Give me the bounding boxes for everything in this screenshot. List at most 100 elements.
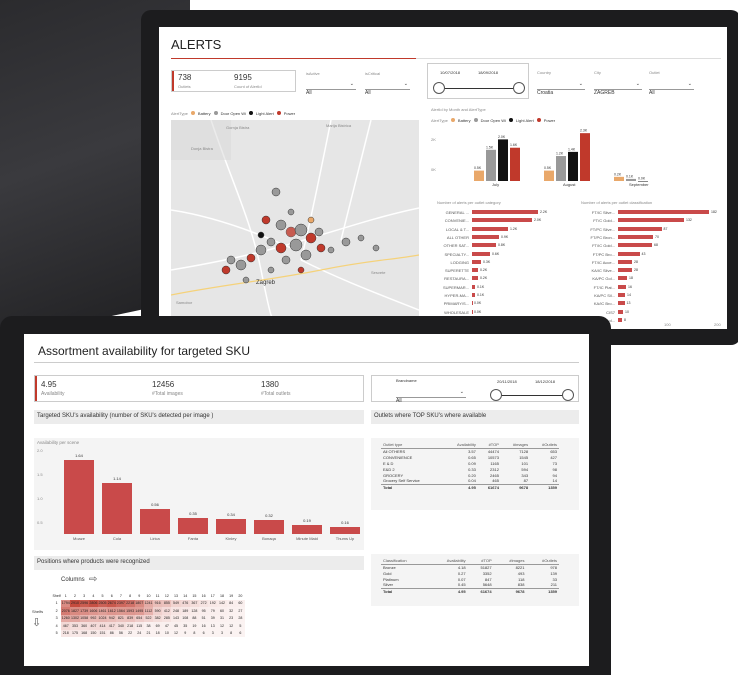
- bar-category-label: SUPERETTE: [444, 268, 469, 274]
- legend-dot-battery: [190, 111, 195, 115]
- date-slider-end-handle[interactable]: [562, 389, 574, 401]
- heatmap-cell: 1112: [143, 607, 154, 615]
- availability-bar-category: Cola: [112, 536, 122, 541]
- alerts-title: ALERTS: [171, 37, 222, 52]
- bar: [618, 276, 627, 281]
- heatmap-column-header: 12: [164, 593, 169, 598]
- availability-bar: [102, 482, 132, 534]
- bar-value-label: 14: [627, 293, 631, 297]
- heatmap-column-header: 9: [138, 593, 141, 598]
- date-slider-start-handle[interactable]: [433, 82, 445, 94]
- outlets-section-title: Outlets where TOP SKU's where available: [374, 413, 487, 419]
- kpi-accent: [172, 71, 174, 91]
- country-label: Country: [537, 70, 552, 75]
- bar: [472, 226, 508, 231]
- city-select[interactable]: ZAGREB ⌄: [594, 81, 642, 96]
- filter-iscritical-select[interactable]: All ⌄: [365, 81, 410, 96]
- heatmap-shelf-number: 4: [55, 623, 58, 628]
- month-chart-title: AlertId by Month and AlertType: [431, 107, 486, 112]
- month-bar: [474, 170, 484, 181]
- kpi-alerts-value: 9195: [234, 73, 252, 82]
- bar-value-label: 0.8K: [498, 243, 506, 248]
- classification-chart: FT/IC Silve... 182 FT/C Gold... 132 FT/PC Si…: [577, 210, 725, 328]
- date-slider-start-handle[interactable]: [490, 389, 502, 401]
- month-bar-label: 2.3K: [580, 129, 588, 133]
- table-cell: 4.95: [443, 483, 478, 490]
- heatmap-cell: 79: [208, 607, 218, 615]
- legend-dot-power: [536, 118, 541, 122]
- axis-tick: 100: [664, 322, 671, 327]
- heatmap-row: 2 2076 1827 1739 1606 1461 1612 1564 1593 1495 111…: [52, 607, 245, 615]
- heatmap-cell: 1241: [143, 599, 154, 607]
- table-total-row: Total 4.95 61674 9678 1359: [381, 587, 559, 594]
- heatmap-row: 4 467 353 360 407 414 417 340 218 115 38 69 47 45 35 19…: [52, 622, 245, 630]
- heatmap-cell: 95: [199, 607, 209, 615]
- bar: [618, 234, 653, 239]
- heatmap-cell: 31: [217, 614, 227, 622]
- filter-isactive-select[interactable]: All ⌄: [306, 81, 356, 96]
- filter-iscritical-value: All: [365, 90, 371, 96]
- heatmap-cell: 9: [180, 629, 190, 637]
- heatmap-column-header: 6: [110, 593, 113, 598]
- bar-value-label: 10: [625, 309, 629, 314]
- heatmap-column-header: 15: [192, 593, 197, 598]
- classification-table-panel: Classification Availability #TOP #images #Ou…: [371, 554, 579, 606]
- availability-bar: [216, 518, 246, 534]
- outlet-select[interactable]: All ⌄: [649, 81, 694, 96]
- outlet-label: Outlet: [649, 70, 660, 75]
- bar-category-label: KA/PC Gol...: [592, 276, 615, 282]
- heatmap-cell: 6: [235, 629, 245, 637]
- month-axis-0k: 0K: [431, 167, 436, 172]
- date-slider-end-handle[interactable]: [513, 82, 525, 94]
- filter-isactive-value: All: [306, 90, 312, 96]
- bar-value-label: 1.2K: [510, 226, 518, 231]
- legend-door: Door Open Wi: [480, 117, 506, 123]
- category-chart-title: Number of alerts per outlet category: [437, 200, 501, 205]
- bar-category-label: ALL OTHER: [446, 234, 469, 240]
- availability-bar-category: Kinley: [225, 536, 237, 541]
- heatmap-cell: 28: [235, 614, 245, 622]
- chevron-down-icon: ⌄: [459, 389, 464, 395]
- month-bar-label: 1.4K: [568, 147, 576, 151]
- heatmap-cell: 69: [153, 622, 163, 630]
- bar-category-label: KA/PC Sil...: [594, 293, 615, 298]
- bar: [472, 218, 532, 223]
- heatmap-cell: 407: [88, 622, 98, 630]
- bar-category-label: FT/C Gold...: [593, 218, 615, 224]
- kpi-images-label: #Total images: [152, 391, 183, 397]
- bar-value-label: 0.0K: [474, 301, 482, 306]
- availability-bar-category: Bonaqa: [262, 536, 276, 541]
- bar: [618, 243, 652, 248]
- availability-bar-category: Moaze: [72, 536, 85, 541]
- heatmap-cell: 35: [180, 622, 190, 630]
- availability-section-title: Targeted SKU's availability (number of S…: [37, 413, 214, 419]
- heatmap-cell: 1606: [88, 607, 98, 615]
- heatmap-column-header: 2: [73, 593, 76, 598]
- availability-bar-category: Minute Maid: [296, 536, 318, 541]
- heatmap-cell: 1024: [97, 614, 108, 622]
- availability-bar-value: 0.35: [189, 511, 197, 517]
- availability-bars: 1.64 Moaze 1.14 Cola 0.56 Lirica 0.35 Fanta 0.34…: [54, 444, 360, 544]
- heatmap-shelf-header: Shelf: [52, 593, 61, 598]
- bar-category-label: CONVENIE...: [444, 218, 469, 224]
- alerts-map[interactable]: Gornja Bistra Donja Bistra Marija Bistri…: [170, 119, 420, 329]
- bar-category-label: LOCAL & T...: [445, 226, 469, 232]
- bar-category-label: FT/PC Bro...: [592, 251, 615, 257]
- brand-select[interactable]: All ⌄: [396, 389, 466, 404]
- date-from: 10/07/2018: [440, 70, 461, 75]
- country-select[interactable]: Croatia ⌄: [537, 81, 585, 96]
- month-bar-label: 1.6K: [510, 143, 518, 147]
- category-chart: GENERAL ... 2.2K CONVENIE... 2.0K LOCAL & T.…: [431, 210, 561, 328]
- availability-bar: [330, 526, 360, 534]
- map-alert-markers: [221, 187, 380, 284]
- bar: [618, 251, 640, 256]
- heatmap-cell: 839: [125, 614, 135, 622]
- kpi-alerts-label: Count of AlertId: [234, 84, 262, 89]
- heatmap-cell: 467: [61, 622, 71, 630]
- availability-bar: [254, 519, 284, 534]
- bar: [618, 218, 684, 223]
- kpi-images-value: 12456: [152, 380, 175, 389]
- bar-category-label: FT/PC Silve...: [590, 226, 615, 232]
- table-cell: 61674: [477, 483, 501, 490]
- bar-value-label: 13: [626, 301, 631, 306]
